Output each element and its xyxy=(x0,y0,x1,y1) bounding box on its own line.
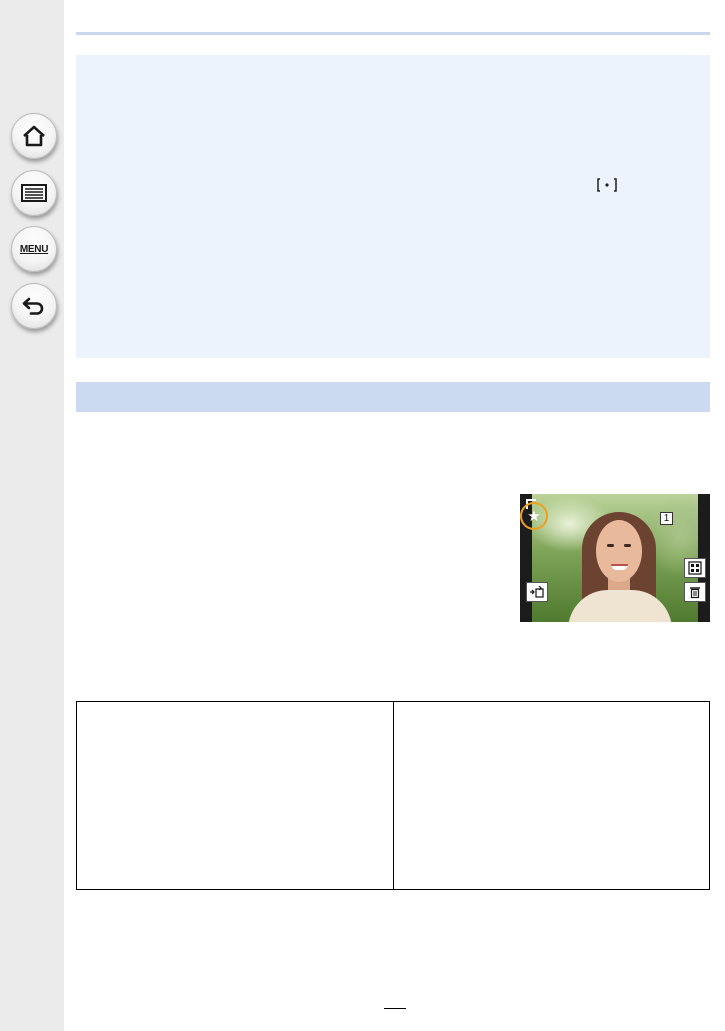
menu-label: MENU xyxy=(19,243,49,255)
subject-eye xyxy=(624,544,631,547)
home-button[interactable] xyxy=(11,113,57,159)
frame-number-badge: 1 xyxy=(660,512,673,525)
af-area-icon xyxy=(597,178,617,192)
back-button[interactable] xyxy=(11,283,57,329)
section-heading-bar xyxy=(76,382,710,412)
star-icon: ★ xyxy=(527,506,541,525)
grid-button[interactable] xyxy=(684,558,706,578)
sidebar: MENU xyxy=(0,0,64,1031)
delete-button[interactable] xyxy=(684,582,706,602)
playback-preview-image: ★ 1 xyxy=(520,494,710,622)
header-rule xyxy=(76,32,710,35)
back-icon xyxy=(22,297,44,315)
favorite-button[interactable]: ★ xyxy=(520,502,548,530)
subject-eye xyxy=(607,544,614,547)
flip-button[interactable] xyxy=(526,582,548,602)
info-table xyxy=(76,701,710,890)
delete-icon xyxy=(690,587,700,599)
subject-face xyxy=(596,520,642,582)
list-icon xyxy=(21,184,47,202)
contents-button[interactable] xyxy=(11,170,57,216)
table-column-divider xyxy=(393,702,394,889)
flip-icon xyxy=(530,585,544,598)
note-box xyxy=(76,55,710,358)
menu-button[interactable]: MENU xyxy=(11,226,57,272)
page-number xyxy=(384,990,406,1006)
grid-icon xyxy=(688,561,702,575)
page-number-underline xyxy=(384,1008,406,1009)
home-icon xyxy=(23,125,45,147)
